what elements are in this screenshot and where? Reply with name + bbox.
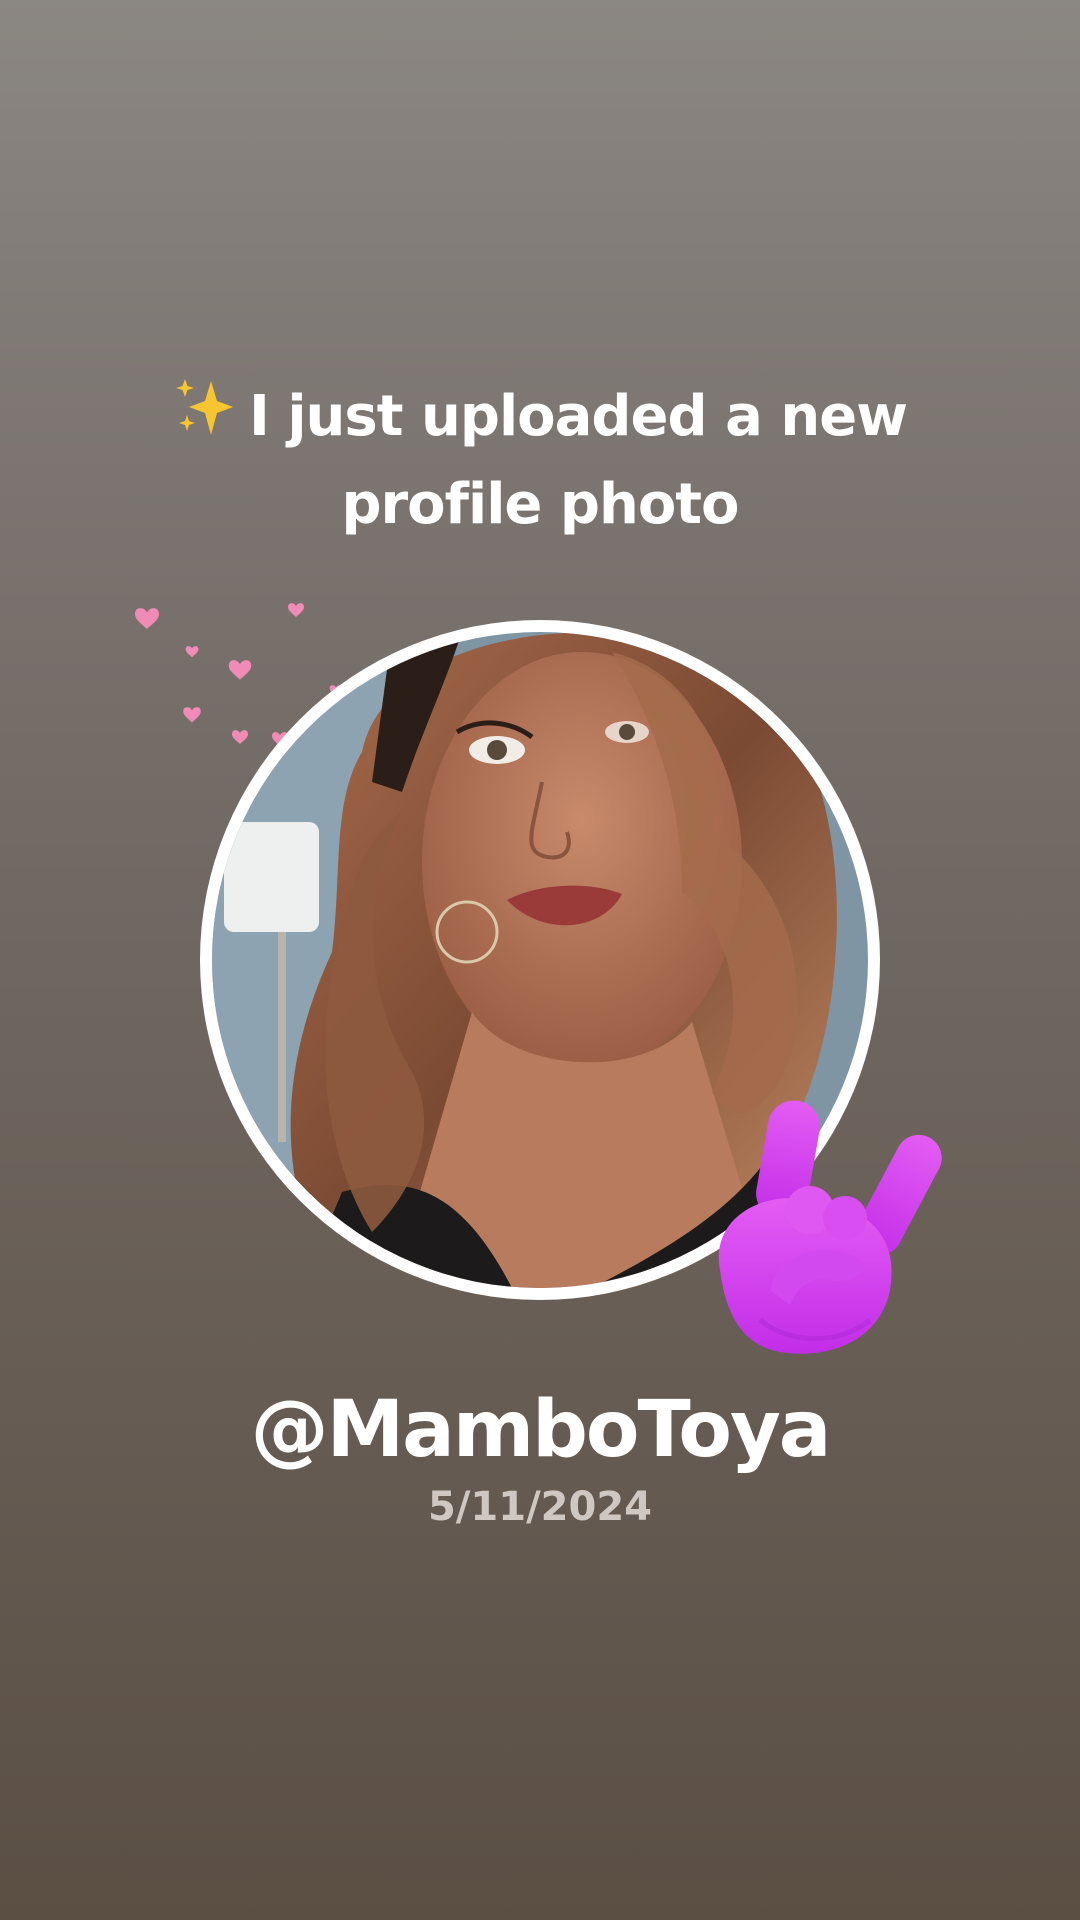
- post-date: 5/11/2024: [427, 1484, 653, 1530]
- username[interactable]: @MamboToya: [0, 1385, 1080, 1475]
- sparkles-icon: [173, 377, 235, 463]
- headline: I just uploaded a new profile photo: [90, 375, 990, 547]
- headline-text: I just uploaded a new profile photo: [249, 384, 908, 537]
- rock-on-hand-icon: [700, 1090, 960, 1360]
